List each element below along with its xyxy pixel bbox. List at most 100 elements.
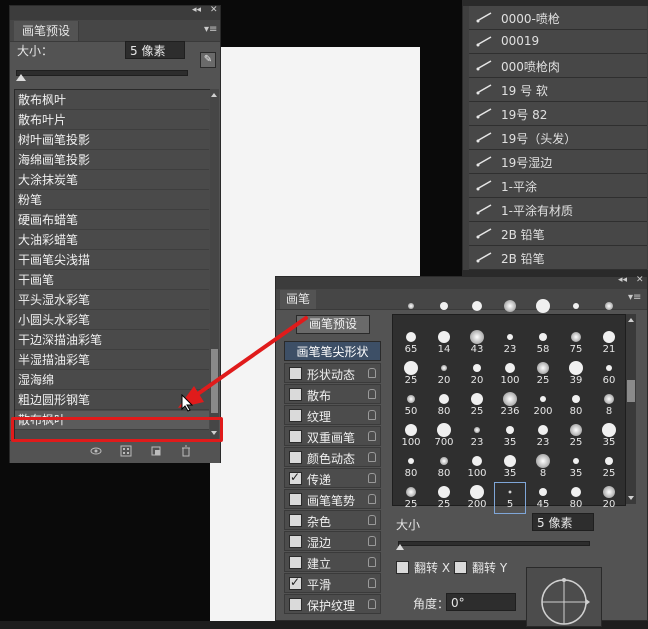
panel-menu-icon[interactable]: ▾≡ — [204, 24, 217, 35]
brush-tip[interactable]: 60 — [594, 359, 624, 389]
brush-tip[interactable] — [594, 297, 624, 327]
size-field[interactable]: 5 像素 — [125, 41, 185, 59]
lock-icon[interactable] — [368, 431, 376, 441]
brush-tip[interactable]: 8 — [594, 390, 624, 420]
lock-icon[interactable] — [368, 599, 376, 609]
checkbox-icon[interactable] — [289, 430, 302, 443]
brush-tip[interactable]: 25 — [396, 359, 426, 389]
brush-list-item[interactable]: 2B 铅笔 — [469, 246, 647, 270]
lock-icon[interactable] — [368, 473, 376, 483]
brush-list-item[interactable]: 19 号 软 — [469, 78, 647, 102]
size-slider[interactable] — [398, 541, 590, 546]
preset-list-item[interactable]: 硬画布蜡笔 — [15, 211, 209, 230]
brush-tip[interactable]: 80 — [429, 390, 459, 420]
preset-list-item[interactable]: 散布叶片 — [15, 111, 209, 130]
lock-icon[interactable] — [368, 452, 376, 462]
brush-list-item[interactable]: 000喷枪肉 — [469, 54, 647, 78]
brush-tip[interactable] — [495, 297, 525, 327]
size-slider[interactable] — [16, 70, 188, 76]
brush-tip[interactable]: 20 — [594, 483, 624, 513]
collapse-icon[interactable]: ◂◂ — [618, 275, 627, 285]
angle-field[interactable]: 0° — [446, 593, 516, 611]
brush-tip[interactable]: 25 — [528, 359, 558, 389]
checkbox-icon[interactable] — [289, 598, 302, 611]
brush-tip[interactable]: 8 — [528, 452, 558, 482]
brush-list-item[interactable]: 19号（头发） — [469, 126, 647, 150]
brush-tip[interactable]: 25 — [594, 452, 624, 482]
lock-icon[interactable] — [368, 536, 376, 546]
scroll-up-icon[interactable] — [211, 93, 217, 97]
brush-tip[interactable]: 700 — [429, 421, 459, 451]
brush-tip[interactable]: 80 — [561, 390, 591, 420]
brush-grid-icon[interactable] — [120, 445, 132, 457]
scroll-down-icon[interactable] — [628, 496, 634, 500]
panel-titlebar[interactable]: ◂◂ ✕ — [276, 275, 647, 289]
brush-tip[interactable]: 25 — [429, 483, 459, 513]
brush-tip[interactable]: 100 — [396, 421, 426, 451]
lock-icon[interactable] — [368, 368, 376, 378]
preset-list-item[interactable]: 干画笔 — [15, 271, 209, 290]
collapse-icon[interactable]: ◂◂ — [192, 5, 201, 15]
lock-icon[interactable] — [368, 410, 376, 420]
close-icon[interactable]: ✕ — [636, 275, 644, 285]
option-10[interactable]: 平滑 — [284, 573, 381, 593]
size-slider-thumb[interactable] — [396, 544, 404, 550]
brush-tip[interactable]: 200 — [462, 483, 492, 513]
checkbox-icon[interactable] — [289, 470, 302, 485]
brush-tip[interactable]: 43 — [462, 328, 492, 358]
preset-list-item[interactable]: 树叶画笔投影 — [15, 131, 209, 150]
brush-tip[interactable]: 100 — [495, 359, 525, 389]
scrollbar-thumb[interactable] — [627, 380, 635, 402]
brush-tip[interactable]: 23 — [495, 328, 525, 358]
preset-list-item[interactable]: 散布枫叶 — [15, 91, 209, 110]
brush-tip[interactable]: 25 — [561, 421, 591, 451]
toggle-brush-visibility-icon[interactable] — [90, 445, 102, 457]
brush-tip[interactable]: 100 — [462, 452, 492, 482]
brush-tip[interactable]: 80 — [396, 452, 426, 482]
preset-list-item[interactable]: 大油彩蜡笔 — [15, 231, 209, 250]
brush-tip[interactable]: 21 — [594, 328, 624, 358]
brush-tip[interactable]: 25 — [462, 390, 492, 420]
brush-tip[interactable] — [462, 297, 492, 327]
brush-tip[interactable] — [396, 297, 426, 327]
checkbox-icon[interactable] — [454, 561, 467, 574]
brush-list-item[interactable]: 1-平涂有材质 — [469, 198, 647, 222]
option-6[interactable]: 画笔笔势 — [284, 489, 381, 509]
brush-tip[interactable]: 20 — [462, 359, 492, 389]
preset-list-item[interactable]: 粉笔 — [15, 191, 209, 210]
brush-tip[interactable]: 23 — [462, 421, 492, 451]
brush-tip[interactable]: 14 — [429, 328, 459, 358]
checkbox-icon[interactable] — [396, 561, 409, 574]
brush-tip[interactable]: 5 — [494, 482, 526, 514]
brush-list-item[interactable]: 1-平涂 — [469, 174, 647, 198]
scroll-up-icon[interactable] — [628, 318, 634, 322]
checkbox-icon[interactable] — [289, 556, 302, 569]
brush-tip[interactable]: 75 — [561, 328, 591, 358]
brush-tip[interactable]: 39 — [561, 359, 591, 389]
checkbox-icon[interactable] — [289, 575, 302, 590]
lock-icon[interactable] — [368, 515, 376, 525]
lock-icon[interactable] — [368, 494, 376, 504]
brush-tip[interactable]: 200 — [528, 390, 558, 420]
checkbox-icon[interactable] — [289, 514, 302, 527]
brush-list-item[interactable]: 19号湿边 — [469, 150, 647, 174]
brush-list-item[interactable]: 2B 铅笔 — [469, 222, 647, 246]
brush-tip[interactable]: 25 — [396, 483, 426, 513]
brush-tip[interactable]: 65 — [396, 328, 426, 358]
option-9[interactable]: 建立 — [284, 552, 381, 572]
toggle-brush-panel-icon[interactable]: ✎ — [200, 52, 216, 68]
brush-tip[interactable]: 80 — [429, 452, 459, 482]
brush-tip[interactable]: 45 — [528, 483, 558, 513]
brush-tip[interactable]: 80 — [561, 483, 591, 513]
brush-tip[interactable]: 35 — [495, 421, 525, 451]
size-slider-thumb[interactable] — [16, 74, 26, 81]
brush-tip[interactable]: 35 — [495, 452, 525, 482]
brush-tip[interactable] — [528, 297, 558, 327]
option-4[interactable]: 颜色动态 — [284, 447, 381, 467]
size-field[interactable]: 5 像素 — [532, 513, 594, 531]
checkbox-icon[interactable] — [289, 535, 302, 548]
checkbox-icon[interactable] — [289, 451, 302, 464]
option-5[interactable]: 传递 — [284, 468, 381, 488]
tab-brush-presets[interactable]: 画笔预设 — [14, 21, 80, 41]
brush-list-item[interactable]: 00019 — [469, 30, 647, 54]
